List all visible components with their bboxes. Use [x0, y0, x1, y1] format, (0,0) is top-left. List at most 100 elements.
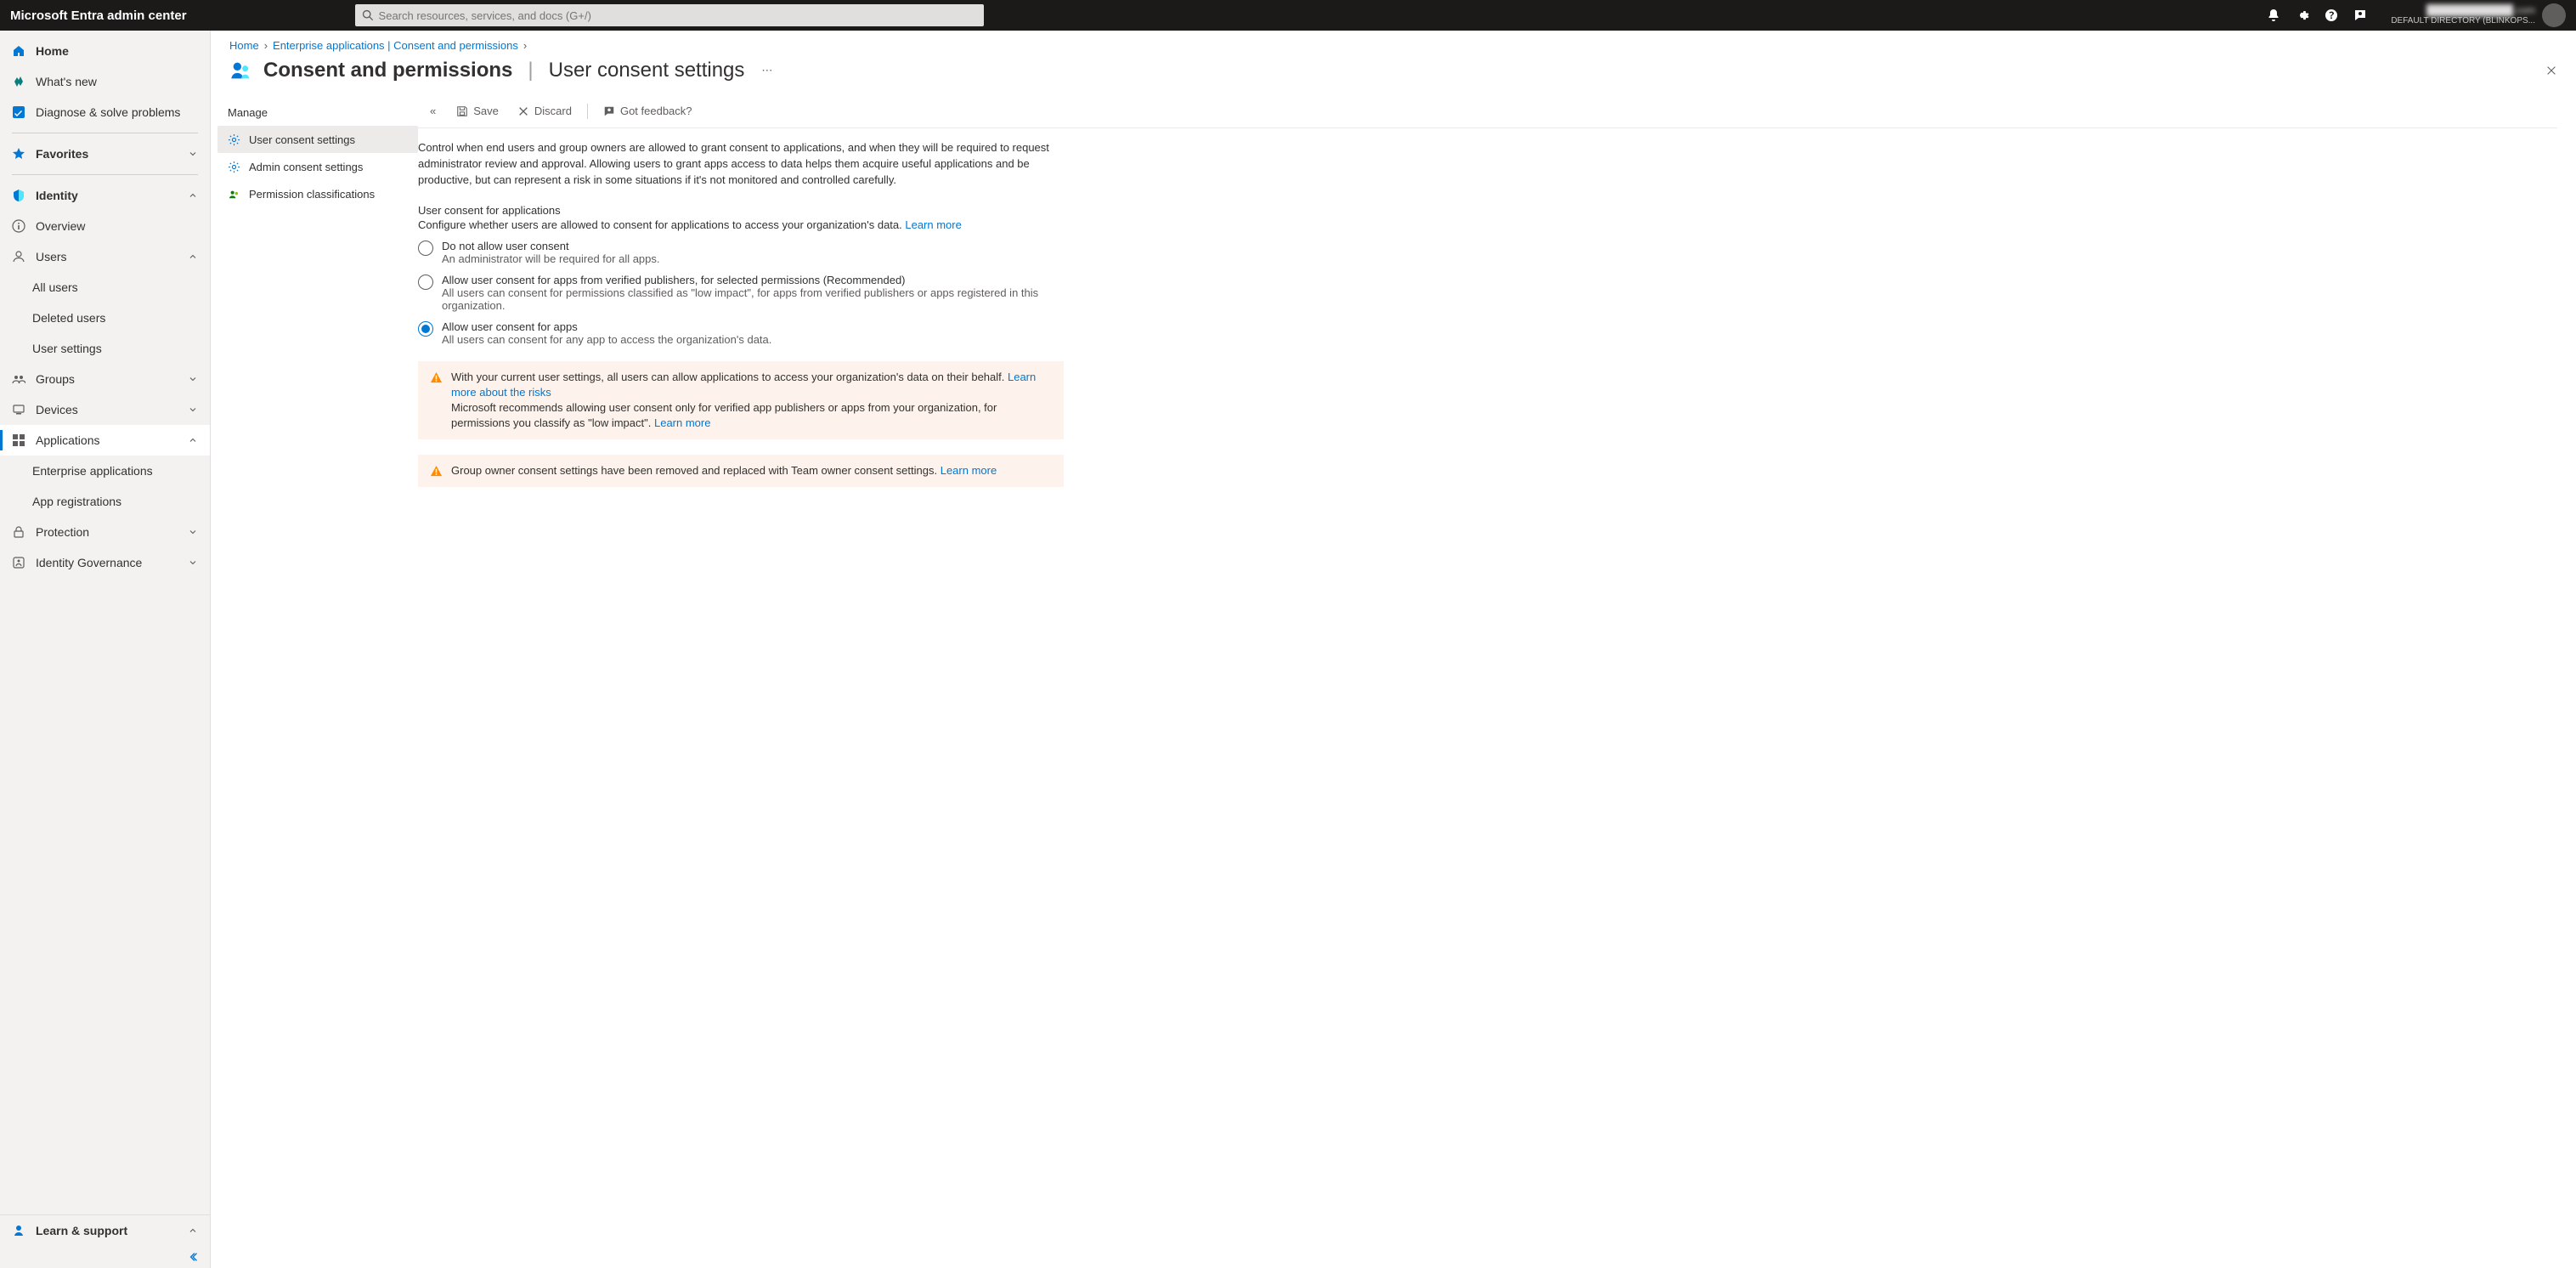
identity-icon	[12, 189, 25, 202]
subnav-label: User consent settings	[249, 133, 355, 146]
collapse-subnav-button[interactable]: «	[421, 105, 444, 117]
page-title: Consent and permissions	[263, 59, 512, 82]
discard-button[interactable]: Discard	[511, 94, 579, 127]
sidebar-item-label: Devices	[36, 403, 178, 416]
brand-title: Microsoft Entra admin center	[10, 8, 187, 23]
discard-icon	[517, 105, 529, 117]
sidebar-item-user-settings[interactable]: User settings	[0, 333, 210, 364]
chevron-down-icon	[188, 527, 198, 537]
feedback-button[interactable]: Got feedback?	[596, 94, 699, 127]
consent-option-3[interactable]: Allow user consent for appsAll users can…	[418, 320, 1064, 346]
consent-icon	[229, 59, 253, 82]
option-description: All users can consent for permissions cl…	[442, 286, 1064, 312]
sidebar-item-label: Users	[36, 250, 178, 263]
global-search[interactable]	[355, 4, 984, 26]
sidebar-item-groups[interactable]: Groups	[0, 364, 210, 394]
learn-more-link[interactable]: Learn more	[941, 464, 997, 477]
chevron-down-icon	[188, 558, 198, 568]
sidebar-item-label: What's new	[36, 75, 198, 88]
breadcrumb-home[interactable]: Home	[229, 39, 259, 52]
settings-icon[interactable]	[2296, 8, 2309, 22]
sidebar-item-enterprise-apps[interactable]: Enterprise applications	[0, 456, 210, 486]
sidebar-item-label: Enterprise applications	[32, 464, 198, 478]
sidebar-item-protection[interactable]: Protection	[0, 517, 210, 547]
sidebar-item-learn-support[interactable]: Learn & support	[0, 1215, 210, 1246]
user-icon	[12, 250, 25, 263]
sidebar-item-label: Groups	[36, 372, 178, 386]
consent-option-2[interactable]: Allow user consent for apps from verifie…	[418, 274, 1064, 312]
sidebar-item-label: App registrations	[32, 495, 198, 508]
section-heading: User consent for applications	[418, 204, 2557, 217]
chevron-down-icon	[188, 405, 198, 415]
learn-more-link[interactable]: Learn more	[654, 416, 710, 429]
sidebar-item-overview[interactable]: Overview	[0, 211, 210, 241]
sidebar-item-app-registrations[interactable]: App registrations	[0, 486, 210, 517]
notifications-icon[interactable]	[2267, 8, 2280, 22]
sidebar-item-home[interactable]: Home	[0, 36, 210, 66]
warning-text: With your current user settings, all use…	[451, 371, 1008, 383]
more-button[interactable]: ⋯	[761, 64, 772, 77]
sidebar-item-label: User settings	[32, 342, 198, 355]
avatar[interactable]	[2542, 3, 2566, 27]
sidebar-item-users[interactable]: Users	[0, 241, 210, 272]
gear-icon	[228, 161, 240, 173]
sidebar-item-identity-governance[interactable]: Identity Governance	[0, 547, 210, 578]
option-title: Do not allow user consent	[442, 240, 660, 252]
subnav-admin-consent[interactable]: Admin consent settings	[217, 153, 418, 180]
star-icon	[12, 147, 25, 161]
learn-more-link[interactable]: Learn more	[905, 218, 961, 231]
chevron-up-icon	[188, 1226, 198, 1236]
chevron-right-icon: ›	[264, 39, 268, 52]
feedback-icon[interactable]	[2353, 8, 2367, 22]
governance-icon	[12, 556, 25, 569]
help-icon[interactable]	[2325, 8, 2338, 22]
sidebar-item-identity[interactable]: Identity	[0, 180, 210, 211]
collapse-sidebar-button[interactable]	[0, 1246, 210, 1268]
group-icon	[12, 372, 25, 386]
intro-text: Control when end users and group owners …	[418, 140, 1064, 189]
breadcrumb: Home › Enterprise applications | Consent…	[211, 31, 2576, 52]
home-icon	[12, 44, 25, 58]
sidebar-item-applications[interactable]: Applications	[0, 425, 210, 456]
people-icon	[228, 188, 240, 201]
diagnose-icon	[12, 105, 25, 119]
sidebar-item-favorites[interactable]: Favorites	[0, 139, 210, 169]
chevron-up-icon	[188, 252, 198, 262]
sidebar-item-devices[interactable]: Devices	[0, 394, 210, 425]
chevron-up-icon	[188, 435, 198, 445]
radio-button[interactable]	[418, 321, 433, 337]
device-icon	[12, 403, 25, 416]
blade-subnav: Manage User consent settings Admin conse…	[211, 94, 418, 1268]
sidebar-item-label: Diagnose & solve problems	[36, 105, 198, 119]
top-icon-bar: ████████████.com DEFAULT DIRECTORY (BLIN…	[2267, 3, 2566, 27]
feedback-icon	[603, 105, 615, 117]
collapse-icon	[188, 1251, 200, 1263]
sidebar-item-label: Applications	[36, 433, 178, 447]
consent-option-1[interactable]: Do not allow user consentAn administrato…	[418, 240, 1064, 265]
search-icon	[362, 9, 374, 21]
sidebar-item-label: Identity	[36, 189, 178, 202]
search-input[interactable]	[379, 9, 977, 22]
subnav-user-consent[interactable]: User consent settings	[217, 126, 418, 153]
save-button[interactable]: Save	[449, 94, 506, 127]
warning-text: Microsoft recommends allowing user conse…	[451, 401, 997, 429]
apps-icon	[12, 433, 25, 447]
sidebar-item-deleted-users[interactable]: Deleted users	[0, 303, 210, 333]
radio-button[interactable]	[418, 241, 433, 256]
sidebar-item-all-users[interactable]: All users	[0, 272, 210, 303]
account-menu[interactable]: ████████████.com DEFAULT DIRECTORY (BLIN…	[2391, 3, 2566, 27]
sidebar-item-diagnose[interactable]: Diagnose & solve problems	[0, 97, 210, 127]
sidebar-item-whats-new[interactable]: What's new	[0, 66, 210, 97]
breadcrumb-enterprise-apps[interactable]: Enterprise applications | Consent and pe…	[273, 39, 518, 52]
account-directory: DEFAULT DIRECTORY (BLINKOPS...	[2391, 16, 2535, 25]
chevron-down-icon	[188, 149, 198, 159]
radio-button[interactable]	[418, 275, 433, 290]
option-title: Allow user consent for apps	[442, 320, 771, 333]
subnav-permission-class[interactable]: Permission classifications	[217, 180, 418, 207]
option-description: An administrator will be required for al…	[442, 252, 660, 265]
warning-banner-1: With your current user settings, all use…	[418, 361, 1064, 440]
sidebar: Home What's new Diagnose & solve problem…	[0, 31, 211, 1268]
sidebar-item-label: Protection	[36, 525, 178, 539]
toolbar: « Save Discard Got feedback?	[418, 94, 2557, 128]
close-icon[interactable]	[2545, 65, 2557, 76]
